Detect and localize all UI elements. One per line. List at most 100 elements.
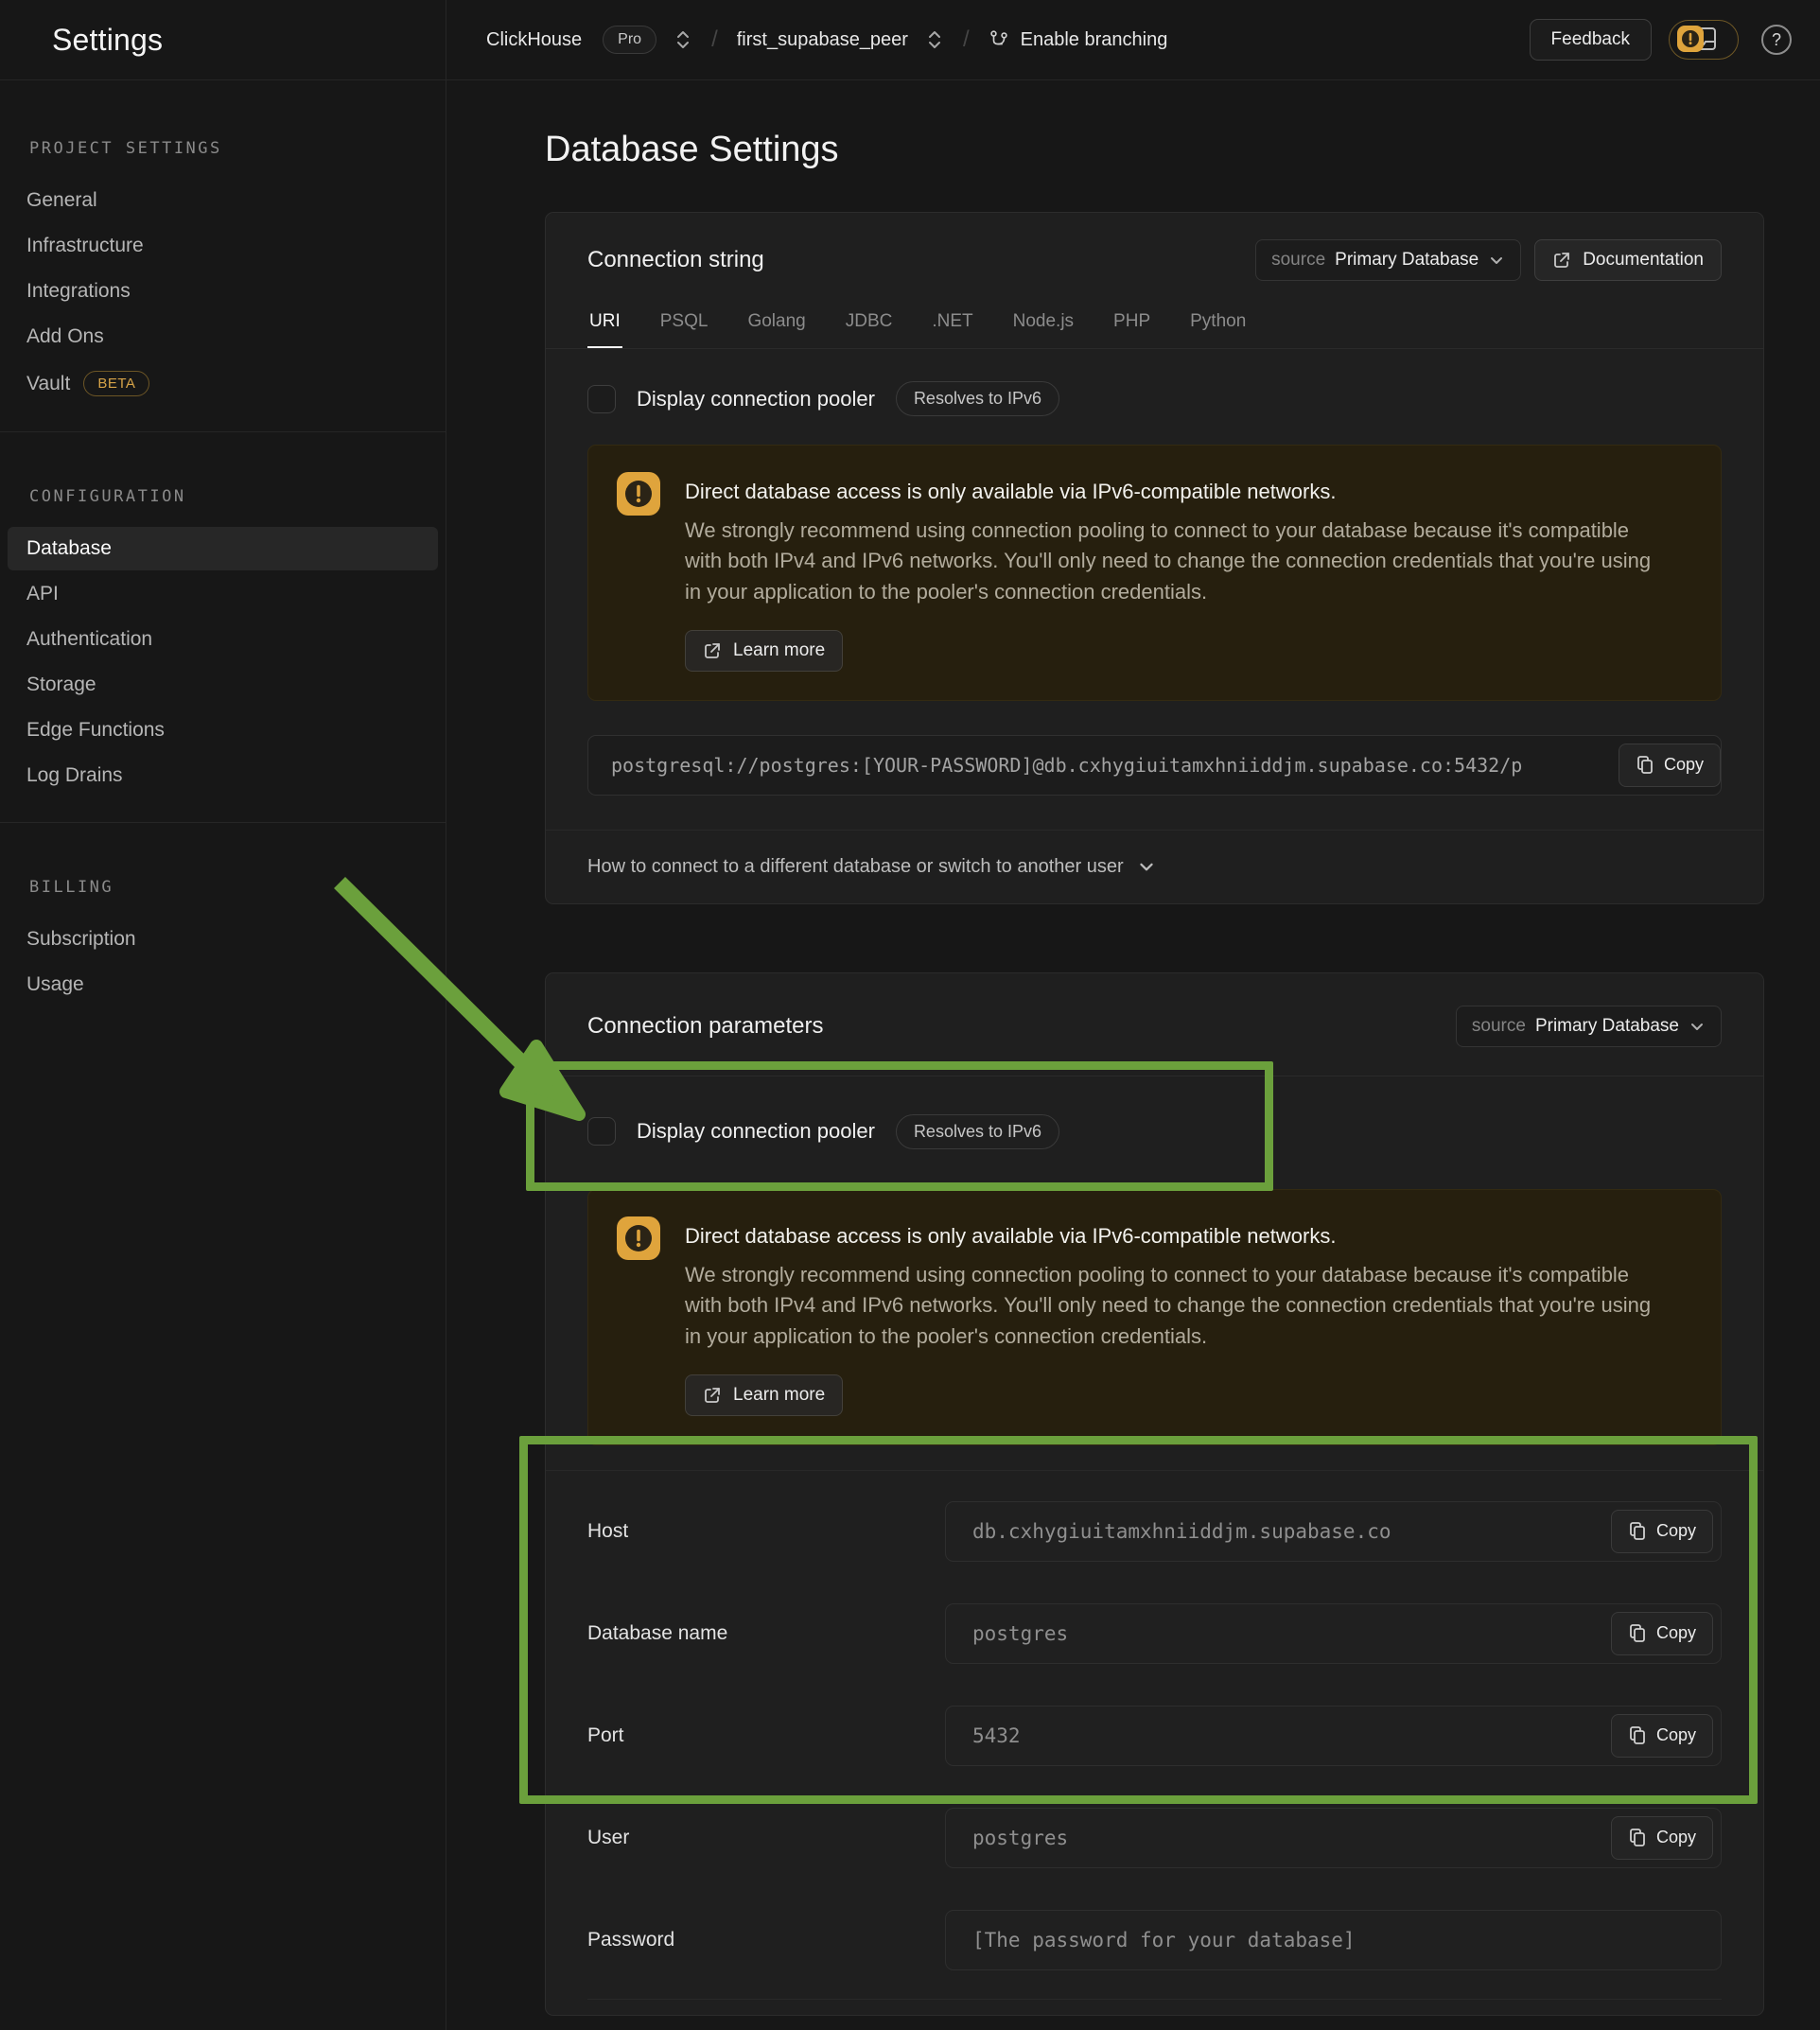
copy-host-button[interactable]: Copy <box>1611 1510 1713 1553</box>
sidebar-item-storage[interactable]: Storage <box>8 663 438 707</box>
sidebar-item-log-drains[interactable]: Log Drains <box>8 754 438 797</box>
sidebar-divider <box>0 431 446 432</box>
settings-page: Settings ClickHouse Pro / first_supabase… <box>0 0 1820 2030</box>
resolves-to-ipv6-badge: Resolves to IPv6 <box>896 381 1059 416</box>
sidebar-item-label: Infrastructure <box>26 235 144 257</box>
notifications-button[interactable] <box>1669 20 1739 60</box>
sidebar-item-subscription[interactable]: Subscription <box>8 918 438 961</box>
documentation-button[interactable]: Documentation <box>1534 239 1722 281</box>
tab-golang[interactable]: Golang <box>745 306 807 348</box>
sidebar-item-authentication[interactable]: Authentication <box>8 618 438 661</box>
sidebar-heading-billing: BILLING <box>29 878 446 897</box>
breadcrumb-project[interactable]: first_supabase_peer <box>737 29 908 51</box>
copy-icon <box>1636 755 1654 776</box>
connection-uri-readonly-input[interactable]: postgresql://postgres:[YOUR-PASSWORD]@db… <box>587 735 1722 796</box>
database-name-input[interactable]: postgres Copy <box>945 1603 1722 1664</box>
field-row-user: User postgres Copy <box>587 1787 1722 1889</box>
tab-php[interactable]: PHP <box>1111 306 1152 348</box>
chevron-down-icon <box>1488 252 1505 269</box>
connection-parameters-title: Connection parameters <box>587 1013 823 1040</box>
connection-parameters-panel: Connection parameters source Primary Dat… <box>545 972 1764 2016</box>
learn-more-button[interactable]: Learn more <box>685 1374 843 1416</box>
learn-more-label: Learn more <box>733 640 825 661</box>
external-link-icon <box>703 1386 722 1405</box>
help-button[interactable]: ? <box>1761 25 1792 55</box>
connection-string-tabs: URI PSQL Golang JDBC .NET Node.js PHP Py… <box>546 300 1763 349</box>
warning-body: We strongly recommend using connection p… <box>685 1260 1669 1352</box>
chevron-up-down-icon <box>925 28 944 51</box>
page-title: Database Settings <box>545 130 1764 170</box>
port-input[interactable]: 5432 Copy <box>945 1706 1722 1766</box>
display-connection-pooler-checkbox[interactable] <box>587 1117 616 1146</box>
field-row-password: Password [The password for your database… <box>587 1889 1722 1991</box>
documentation-label: Documentation <box>1583 250 1704 271</box>
external-link-icon <box>1552 251 1571 270</box>
warning-icon <box>617 472 660 516</box>
breadcrumb-separator: / <box>961 26 971 53</box>
plan-badge: Pro <box>603 26 656 54</box>
sidebar-item-label: Usage <box>26 973 84 996</box>
project-switcher-button[interactable] <box>925 28 944 51</box>
host-label: Host <box>587 1520 945 1543</box>
sidebar-item-label: General <box>26 189 97 212</box>
enable-branching-button[interactable]: Enable branching <box>989 28 1168 51</box>
tab-dotnet[interactable]: .NET <box>930 306 974 348</box>
learn-more-label: Learn more <box>733 1385 825 1406</box>
sidebar-heading-configuration: CONFIGURATION <box>29 487 446 506</box>
connect-help-toggle[interactable]: How to connect to a different database o… <box>546 830 1763 903</box>
warning-title: Direct database access is only available… <box>685 1224 1692 1249</box>
connection-parameter-fields: Host db.cxhygiuitamxhniiddjm.supabase.co… <box>546 1470 1763 2015</box>
breadcrumb-org[interactable]: ClickHouse <box>486 29 582 51</box>
port-label: Port <box>587 1724 945 1747</box>
chevron-down-icon <box>1689 1018 1706 1035</box>
feedback-button[interactable]: Feedback <box>1530 19 1652 61</box>
ipv6-warning-callout: Direct database access is only available… <box>587 445 1722 701</box>
host-input[interactable]: db.cxhygiuitamxhniiddjm.supabase.co Copy <box>945 1501 1722 1562</box>
sidebar-item-vault[interactable]: Vault BETA <box>8 360 438 407</box>
user-input[interactable]: postgres Copy <box>945 1808 1722 1868</box>
sidebar-item-general[interactable]: General <box>8 179 438 222</box>
sidebar-item-add-ons[interactable]: Add Ons <box>8 315 438 359</box>
sidebar-item-label: Subscription <box>26 928 136 951</box>
tab-python[interactable]: Python <box>1188 306 1248 348</box>
sidebar-heading-project-settings: PROJECT SETTINGS <box>29 139 446 158</box>
learn-more-button[interactable]: Learn more <box>685 630 843 672</box>
warning-title: Direct database access is only available… <box>685 480 1692 504</box>
question-mark-icon: ? <box>1772 30 1781 50</box>
tab-uri[interactable]: URI <box>587 306 622 348</box>
sidebar-item-infrastructure[interactable]: Infrastructure <box>8 224 438 268</box>
copy-label: Copy <box>1656 1828 1696 1847</box>
tab-psql[interactable]: PSQL <box>658 306 710 348</box>
copy-database-name-button[interactable]: Copy <box>1611 1612 1713 1655</box>
connect-help-toggle-label: How to connect to a different database o… <box>587 856 1124 878</box>
host-value: db.cxhygiuitamxhniiddjm.supabase.co <box>972 1520 1391 1543</box>
source-select[interactable]: source Primary Database <box>1255 239 1521 281</box>
sidebar-item-usage[interactable]: Usage <box>8 963 438 1006</box>
sidebar-item-label: Storage <box>26 674 96 696</box>
breadcrumb-separator: / <box>709 26 720 53</box>
beta-badge: BETA <box>83 371 149 396</box>
org-switcher-button[interactable] <box>674 28 692 51</box>
enable-branching-label: Enable branching <box>1021 29 1168 51</box>
copy-icon <box>1628 1725 1647 1746</box>
copy-connection-uri-button[interactable]: Copy <box>1619 744 1721 787</box>
sidebar-item-label: Database <box>26 537 112 560</box>
copy-port-button[interactable]: Copy <box>1611 1714 1713 1758</box>
sidebar-item-integrations[interactable]: Integrations <box>8 270 438 313</box>
tab-jdbc[interactable]: JDBC <box>844 306 895 348</box>
copy-user-button[interactable]: Copy <box>1611 1816 1713 1860</box>
user-label: User <box>587 1827 945 1849</box>
display-connection-pooler-checkbox[interactable] <box>587 385 616 413</box>
sidebar-item-database[interactable]: Database <box>8 527 438 570</box>
sidebar-item-api[interactable]: API <box>8 572 438 616</box>
field-row-host: Host db.cxhygiuitamxhniiddjm.supabase.co… <box>587 1480 1722 1583</box>
password-label: Password <box>587 1929 945 1951</box>
sidebar-item-edge-functions[interactable]: Edge Functions <box>8 709 438 752</box>
password-input[interactable]: [The password for your database] <box>945 1910 1722 1970</box>
field-row-database-name: Database name postgres Copy <box>587 1583 1722 1685</box>
tab-nodejs[interactable]: Node.js <box>1011 306 1076 348</box>
source-select[interactable]: source Primary Database <box>1456 1006 1722 1047</box>
resolves-to-ipv6-badge: Resolves to IPv6 <box>896 1114 1059 1149</box>
copy-label: Copy <box>1656 1623 1696 1643</box>
copy-label: Copy <box>1656 1725 1696 1745</box>
